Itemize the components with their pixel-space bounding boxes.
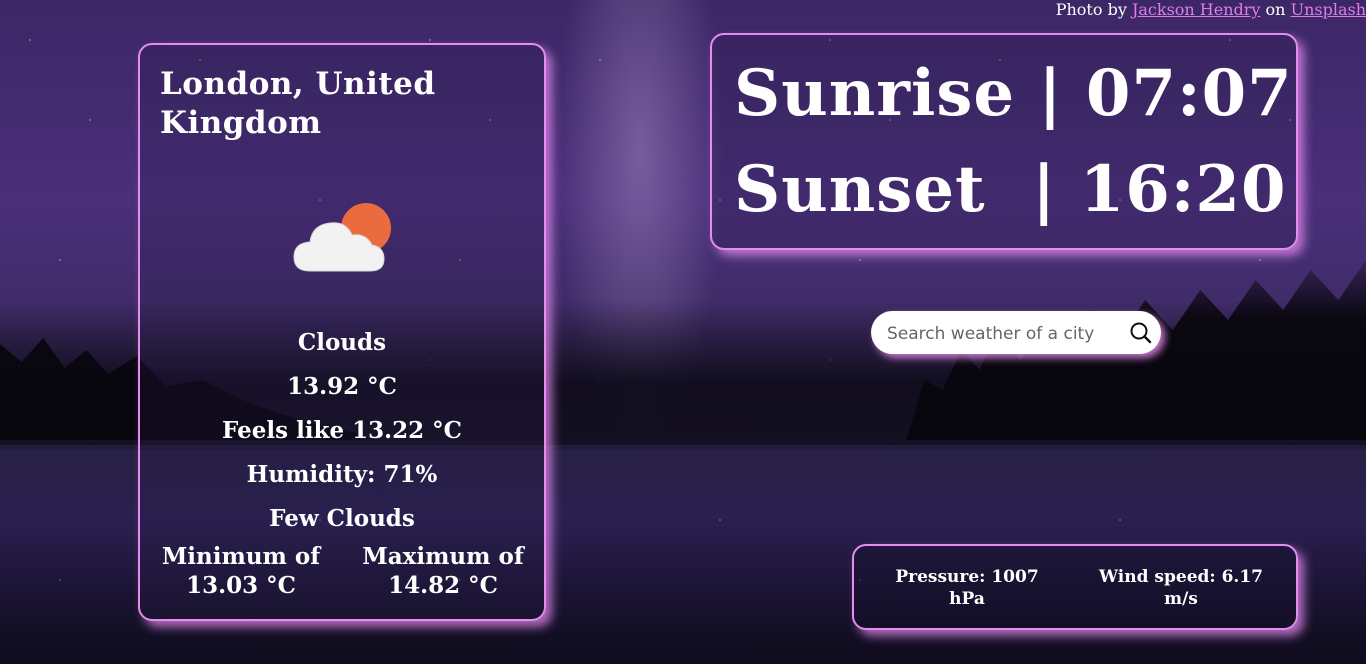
wind-speed: Wind speed: 6.17 m/s — [1099, 567, 1263, 609]
cloud-sun-icon — [293, 203, 391, 272]
city-search-input[interactable] — [885, 311, 1129, 356]
search-button[interactable] — [1129, 321, 1153, 345]
pressure-wind-card: Pressure: 1007 hPa Wind speed: 6.17 m/s — [852, 544, 1298, 630]
pressure: Pressure: 1007 hPa — [895, 567, 1039, 609]
sunrise-time: Sunrise | 07:07 — [734, 56, 1293, 131]
weather-card: London, United Kingdom Clouds 13.92 °C F… — [138, 43, 546, 621]
search-icon — [1130, 322, 1152, 344]
photo-credit: Photo by Jackson Hendry on Unsplash — [1056, 0, 1366, 19]
credit-middle: on — [1265, 0, 1286, 19]
sunset-time: Sunset | 16:20 — [734, 152, 1287, 227]
credit-prefix: Photo by — [1055, 0, 1127, 19]
temperature: 13.92 °C — [287, 373, 397, 400]
weather-description: Few Clouds — [269, 505, 415, 532]
weather-main: Clouds — [297, 329, 387, 356]
max-temperature: Maximum of 14.82 °C — [362, 543, 524, 599]
sun-times-card: Sunrise | 07:07 Sunset | 16:20 — [710, 33, 1298, 250]
humidity: Humidity: 71% — [246, 461, 438, 488]
feels-like: Feels like 13.22 °C — [222, 417, 462, 444]
location-title: London, United Kingdom — [160, 66, 436, 141]
credit-author-link[interactable]: Jackson Hendry — [1132, 0, 1261, 19]
min-temperature: Minimum of 13.03 °C — [161, 543, 321, 599]
credit-site-link[interactable]: Unsplash — [1291, 0, 1366, 19]
search-bar — [871, 311, 1161, 356]
